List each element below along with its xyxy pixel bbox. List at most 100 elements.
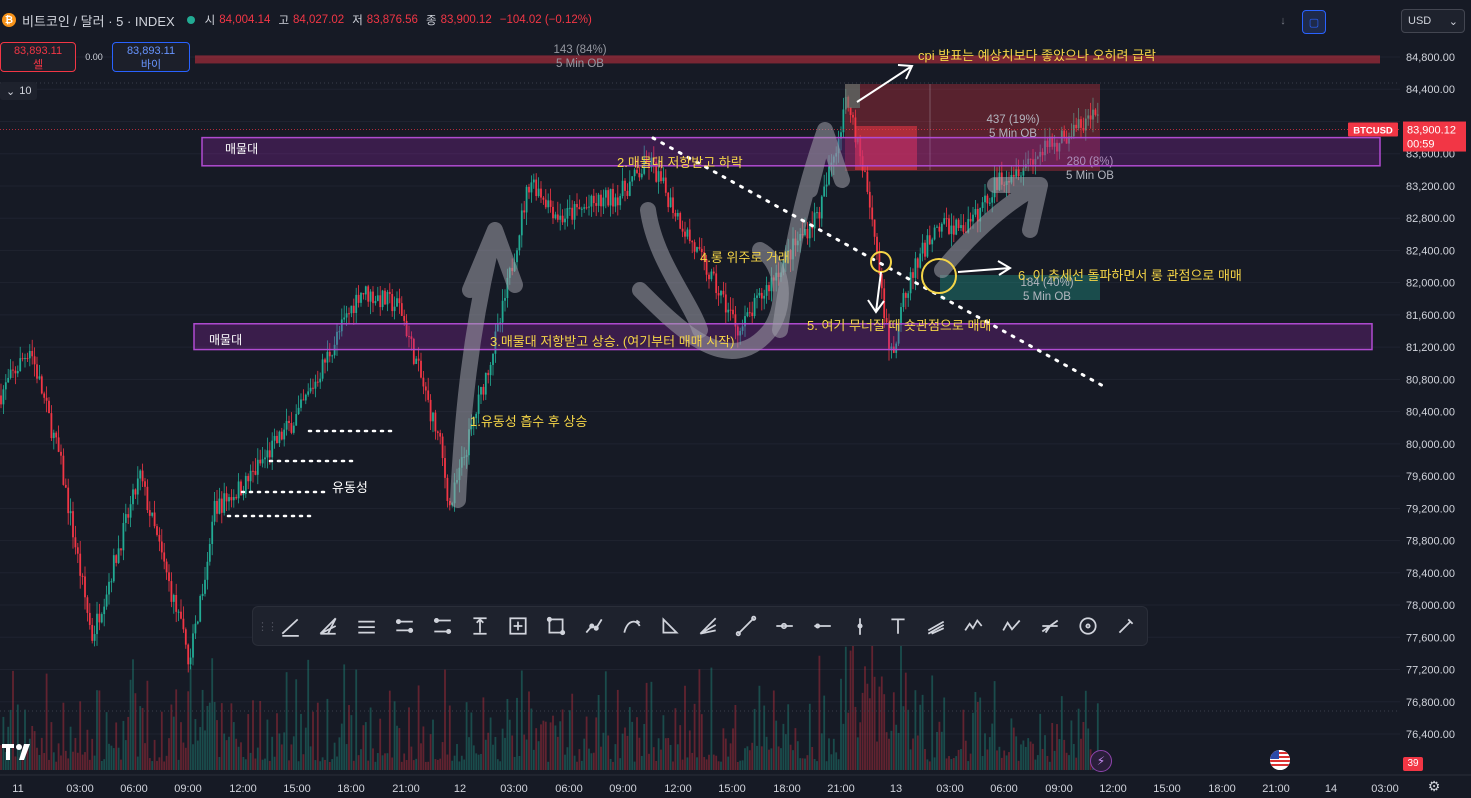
curve-icon[interactable] xyxy=(613,611,651,641)
elliott-wave-icon[interactable] xyxy=(955,611,993,641)
fib-fan-icon[interactable] xyxy=(689,611,727,641)
volume-bar xyxy=(866,683,869,770)
volume-bar xyxy=(230,703,233,770)
symbol-title[interactable]: 비트코인 / 달러 · 5 · INDEX xyxy=(22,11,175,30)
arrow-down-icon[interactable]: ↓ xyxy=(1272,10,1294,32)
volume-bar xyxy=(861,692,864,770)
abcd-pattern-icon[interactable] xyxy=(993,611,1031,641)
candle xyxy=(321,359,324,379)
sell-button[interactable]: 83,893.11 셀 xyxy=(0,42,76,72)
annotation-text: 6. 이 추세선 돌파하면서 롱 관점으로 매매 xyxy=(1018,268,1242,283)
candle xyxy=(955,219,958,235)
volume-bar xyxy=(386,753,389,770)
volume-bar xyxy=(124,740,127,770)
price-tick-label: 77,600.00 xyxy=(1406,632,1455,644)
annotation-text: 유동성 xyxy=(332,480,368,495)
volume-bar xyxy=(832,738,835,770)
volume-bar xyxy=(518,756,521,770)
candle xyxy=(621,180,624,197)
volume-bar xyxy=(444,669,446,770)
currency-select[interactable]: USD ⌄ xyxy=(1401,9,1465,33)
volume-bar xyxy=(45,673,48,770)
indicator-toggle[interactable]: ⌄ 10 xyxy=(0,82,38,100)
price-range-icon[interactable] xyxy=(461,611,499,641)
volume-bar xyxy=(141,707,144,770)
volume-bar xyxy=(806,755,809,770)
gear-icon[interactable]: ⚙ xyxy=(1426,778,1442,794)
volume-bar xyxy=(213,702,216,770)
volume-bar xyxy=(768,749,770,770)
volume-bar xyxy=(580,760,583,770)
alerts-badge[interactable]: 39 xyxy=(1403,757,1423,771)
us-flag-icon[interactable] xyxy=(1270,750,1290,770)
time-tick-label: 06:00 xyxy=(555,783,583,795)
volume-bar xyxy=(477,754,480,770)
time-tick-label: 06:00 xyxy=(990,783,1018,795)
candle xyxy=(21,358,24,360)
candle xyxy=(288,420,290,424)
volume-bar xyxy=(643,723,646,770)
volume-bar xyxy=(962,709,965,770)
candle xyxy=(403,315,406,321)
volume-bar xyxy=(775,720,778,770)
vertical-line-icon[interactable] xyxy=(841,611,879,641)
triangle-icon[interactable] xyxy=(651,611,689,641)
text-icon[interactable] xyxy=(879,611,917,641)
horizontal-line-icon[interactable] xyxy=(803,611,841,641)
brush-icon[interactable] xyxy=(1107,611,1145,641)
volume-bar xyxy=(1005,755,1008,770)
fib-retracement-icon[interactable] xyxy=(1031,611,1069,641)
candle xyxy=(523,210,526,213)
candle xyxy=(4,382,7,390)
volume-bar xyxy=(537,741,540,770)
volume-bar xyxy=(789,744,792,770)
lightning-icon[interactable]: ⚡ xyxy=(1090,750,1112,772)
parallel-channel-icon[interactable] xyxy=(347,611,385,641)
volume-bar xyxy=(326,698,329,770)
flat-top-icon[interactable] xyxy=(423,611,461,641)
line-icon[interactable] xyxy=(727,611,765,641)
candle xyxy=(86,597,89,613)
candle xyxy=(376,295,379,301)
horizontal-ray-icon[interactable] xyxy=(765,611,803,641)
volume-bar xyxy=(1015,736,1018,770)
volume-bar xyxy=(969,753,972,770)
candle xyxy=(280,431,283,440)
candle xyxy=(434,412,437,432)
candle xyxy=(170,581,173,602)
volume-bar xyxy=(888,738,890,770)
last-price-label: 83,900.12 xyxy=(1407,125,1456,137)
volume-bar xyxy=(748,750,751,770)
volume-bar xyxy=(816,761,818,770)
volume-bar xyxy=(494,736,497,770)
measure-icon[interactable] xyxy=(499,611,537,641)
zone-label: 매물대 xyxy=(225,142,258,156)
path-icon[interactable] xyxy=(575,611,613,641)
volume-bar xyxy=(64,750,67,770)
volume-bar xyxy=(604,671,607,770)
volume-bar xyxy=(120,759,122,770)
fullscreen-icon[interactable]: ▢ xyxy=(1302,10,1326,34)
candle xyxy=(988,202,991,204)
pitchfork-icon[interactable] xyxy=(309,611,347,641)
regression-channel-icon[interactable] xyxy=(385,611,423,641)
price-chart[interactable]: 143 (84%)5 Min OB437 (19%)5 Min OB280 (8… xyxy=(0,0,1471,798)
buy-button[interactable]: 83,893.11 바이 xyxy=(112,42,190,72)
candle xyxy=(710,271,713,280)
circle-icon[interactable] xyxy=(1069,611,1107,641)
bitcoin-icon[interactable]: ₿ xyxy=(2,13,16,27)
volume-bar xyxy=(924,748,926,770)
candle xyxy=(357,294,360,303)
price-tick-label: 80,000.00 xyxy=(1406,439,1455,451)
volume-bar xyxy=(432,719,434,770)
gann-fan-icon[interactable] xyxy=(917,611,955,641)
rectangle-icon[interactable] xyxy=(537,611,575,641)
trend-line-icon[interactable] xyxy=(271,611,309,641)
volume-bar xyxy=(676,744,679,770)
volume-bar xyxy=(631,721,634,770)
volume-bar xyxy=(170,704,173,770)
volume-bar xyxy=(60,755,62,770)
candle xyxy=(907,293,910,298)
candle xyxy=(612,188,614,207)
drag-handle-icon[interactable]: ⋮⋮ xyxy=(257,620,278,633)
